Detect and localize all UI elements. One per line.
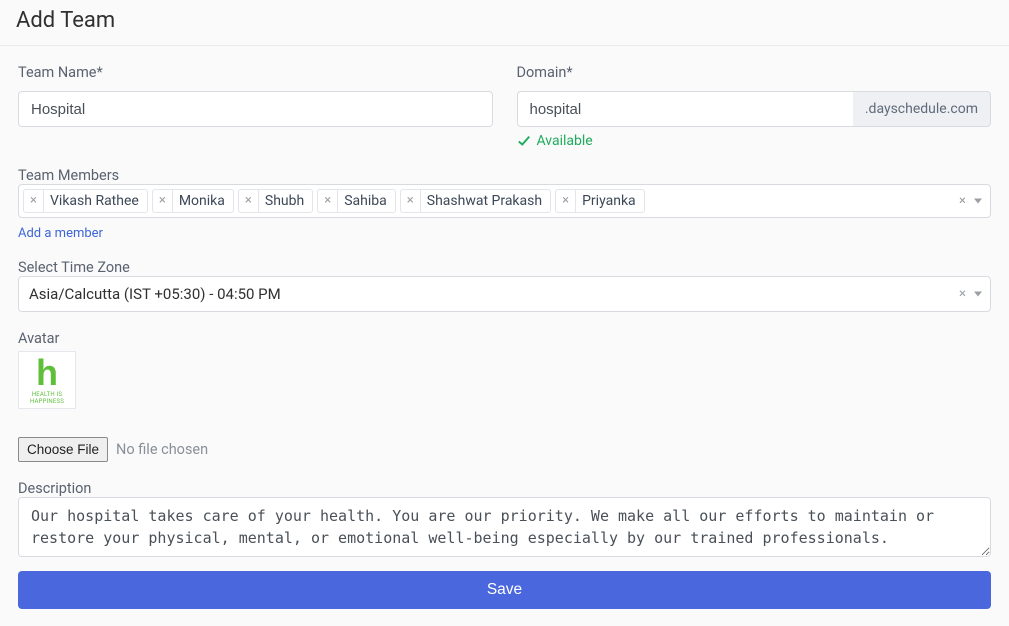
team-name-field-group: Team Name* bbox=[18, 64, 493, 149]
remove-member-icon[interactable]: × bbox=[401, 190, 421, 212]
member-tag-label: Sahiba bbox=[344, 190, 387, 212]
add-team-page: Add Team Team Name* Domain* .dayschedule… bbox=[0, 0, 1009, 626]
member-tag-label: Priyanka bbox=[582, 190, 636, 212]
member-tag: × Sahiba bbox=[317, 189, 396, 213]
page-title: Add Team bbox=[16, 8, 993, 33]
domain-label: Domain* bbox=[517, 64, 992, 81]
form-area: Team Name* Domain* .dayschedule.com Avai… bbox=[0, 46, 1009, 625]
remove-member-icon[interactable]: × bbox=[239, 190, 259, 212]
avatar-caption: HEALTH IS HAPPINESS bbox=[19, 391, 75, 405]
domain-field-group: Domain* .dayschedule.com Available bbox=[517, 64, 992, 149]
add-member-link[interactable]: Add a member bbox=[18, 226, 103, 241]
timezone-clear-icon[interactable]: × bbox=[959, 287, 966, 302]
avatar-label: Avatar bbox=[18, 330, 59, 347]
domain-available-status: Available bbox=[517, 133, 992, 149]
team-name-label: Team Name* bbox=[18, 64, 493, 81]
remove-member-icon[interactable]: × bbox=[153, 190, 173, 212]
choose-file-button[interactable]: Choose File bbox=[18, 437, 108, 462]
domain-suffix: .dayschedule.com bbox=[853, 91, 991, 127]
member-tag: × Priyanka bbox=[555, 189, 645, 213]
team-members-section: Team Members × Vikash Rathee × Monika × Shubh… bbox=[18, 165, 991, 241]
domain-input[interactable] bbox=[517, 91, 853, 127]
member-tag-label: Shashwat Prakash bbox=[427, 190, 542, 212]
page-header: Add Team bbox=[0, 0, 1009, 46]
avatar-image-icon: h bbox=[19, 355, 75, 391]
remove-member-icon[interactable]: × bbox=[24, 190, 44, 212]
team-members-multiselect[interactable]: × Vikash Rathee × Monika × Shubh × Sahiba × Shash… bbox=[18, 184, 991, 218]
timezone-value: Asia/Calcutta (IST +05:30) - 04:50 PM bbox=[29, 285, 281, 303]
team-name-input[interactable] bbox=[18, 91, 493, 127]
member-tag-label: Monika bbox=[179, 190, 225, 212]
check-icon bbox=[517, 134, 531, 148]
domain-status-text: Available bbox=[537, 133, 593, 149]
timezone-dropdown-caret-icon[interactable] bbox=[974, 292, 982, 297]
timezone-section: Select Time Zone Asia/Calcutta (IST +05:… bbox=[18, 257, 991, 312]
remove-member-icon[interactable]: × bbox=[556, 190, 576, 212]
team-members-label: Team Members bbox=[18, 167, 119, 184]
members-dropdown-caret-icon[interactable] bbox=[974, 199, 982, 204]
member-tag-label: Vikash Rathee bbox=[50, 190, 139, 212]
member-tag: × Vikash Rathee bbox=[23, 189, 148, 213]
members-clear-icon[interactable]: × bbox=[959, 194, 966, 209]
member-tag: × Shashwat Prakash bbox=[400, 189, 551, 213]
member-tag: × Monika bbox=[152, 189, 234, 213]
timezone-select[interactable]: Asia/Calcutta (IST +05:30) - 04:50 PM × bbox=[18, 276, 991, 312]
avatar-preview: h HEALTH IS HAPPINESS bbox=[18, 351, 76, 409]
description-textarea[interactable] bbox=[18, 497, 991, 557]
member-tag-label: Shubh bbox=[265, 190, 304, 212]
member-tag: × Shubh bbox=[238, 189, 313, 213]
avatar-section: Avatar h HEALTH IS HAPPINESS Choose File… bbox=[18, 328, 991, 462]
file-status-text: No file chosen bbox=[116, 441, 208, 458]
timezone-label: Select Time Zone bbox=[18, 259, 130, 276]
remove-member-icon[interactable]: × bbox=[318, 190, 338, 212]
description-label: Description bbox=[18, 480, 91, 497]
description-section: Description bbox=[18, 478, 991, 561]
save-button[interactable]: Save bbox=[18, 571, 991, 609]
